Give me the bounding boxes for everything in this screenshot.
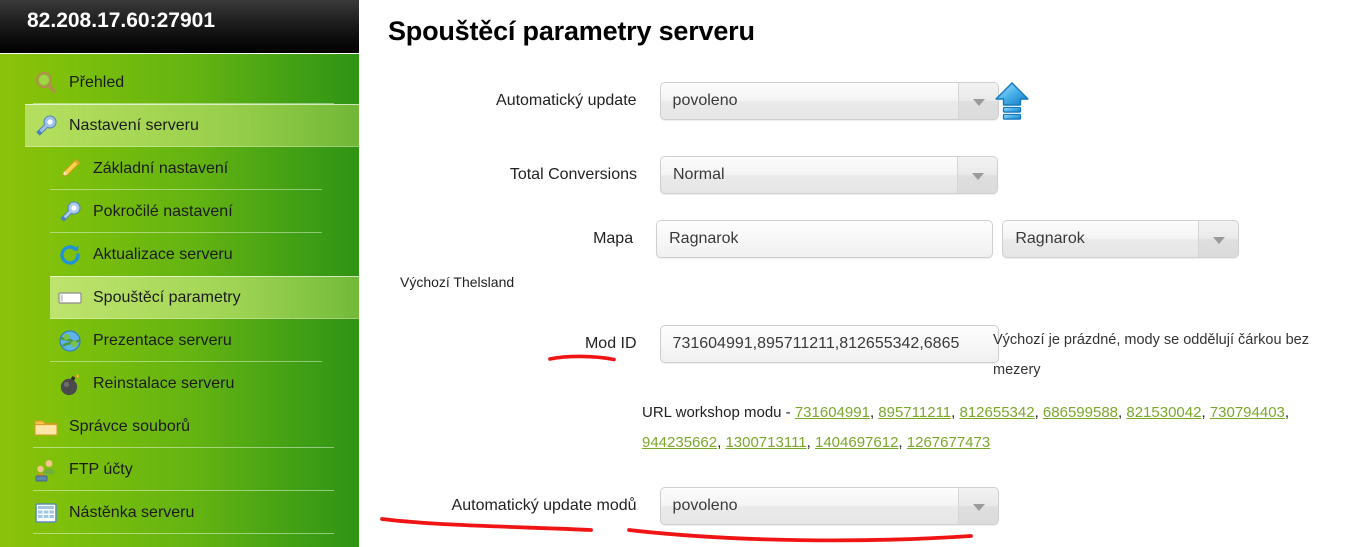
console-icon [57, 285, 83, 311]
users-icon [33, 457, 59, 483]
auto-update-mods-value: povoleno [672, 497, 738, 514]
sidebar-item-label: Základní nastavení [93, 159, 229, 177]
mapa-input-value: Ragnarok [669, 230, 739, 247]
field-row-mod-id: Mod ID 731604991,895711211,812655342,686… [359, 325, 999, 363]
total-conversions-label: Total Conversions [509, 166, 637, 183]
auto-update-value: povoleno [672, 92, 738, 109]
workshop-link[interactable]: 731604991 [795, 404, 870, 421]
workshop-link[interactable]: 1300713111 [725, 434, 806, 451]
sidebar-item-reinstalace-serveru[interactable]: Reinstalace serveru [0, 362, 359, 405]
sidebar-item-label: Pokročilé nastavení [93, 202, 233, 220]
annotation-underline-auto-update-mods-select [625, 525, 975, 547]
sidebar-item-label: Nastavení serveru [69, 116, 199, 134]
mod-id-value: 731604991,895711211,812655342,6865 [672, 335, 960, 352]
sidebar-nav: Přehled Nastavení serveru Základní nasta… [0, 54, 359, 547]
main-content: Spouštěcí parametry serveru Automatický … [359, 0, 1371, 547]
sidebar-item-prezentace-serveru[interactable]: Prezentace serveru [0, 319, 359, 362]
sidebar-item-spravce-souboru[interactable]: Správce souborů [0, 405, 359, 448]
workshop-links-prefix: URL workshop modu - [642, 404, 791, 421]
sidebar-item-label: FTP účty [69, 460, 133, 478]
screwdriver-icon [57, 199, 83, 225]
workshop-link[interactable]: 944235662 [642, 434, 717, 451]
sidebar-item-label: Reinstalace serveru [93, 374, 235, 392]
sidebar-header: 82.208.17.60:27901 [0, 0, 359, 54]
divider [33, 533, 334, 534]
workshop-link[interactable]: 1404697612 [815, 434, 898, 451]
total-conversions-value: Normal [673, 166, 725, 183]
app-window: 82.208.17.60:27901 Přehled Nastavení ser… [0, 0, 1371, 547]
magnifier-icon [33, 70, 59, 96]
sidebar-item-nastaveni-serveru[interactable]: Nastavení serveru [0, 104, 359, 147]
sidebar-item-zakladni-nastaveni[interactable]: Základní nastavení [0, 147, 359, 190]
sidebar-item-prehled[interactable]: Přehled [0, 61, 359, 104]
mapa-select-value: Ragnarok [1015, 230, 1085, 247]
field-row-auto-update-mods: Automatický update modů povoleno [359, 487, 999, 525]
auto-update-mods-select[interactable]: povoleno [659, 487, 999, 525]
workshop-link[interactable]: 895711211 [878, 404, 951, 421]
page-title: Spouštěcí parametry serveru [388, 16, 755, 46]
workshop-link[interactable]: 812655342 [959, 404, 1034, 421]
field-row-auto-update: Automatický update povoleno [359, 82, 999, 120]
chevron-down-icon[interactable] [958, 488, 998, 524]
server-address-label: 82.208.17.60:27901 [27, 9, 216, 32]
folder-icon [33, 414, 59, 440]
bomb-icon [57, 371, 83, 397]
sidebar-item-label: Spouštěcí parametry [93, 288, 241, 306]
mod-id-input[interactable]: 731604991,895711211,812655342,6865 [659, 325, 999, 363]
auto-update-label: Automatický update [496, 92, 637, 109]
grid-icon [33, 500, 59, 526]
globe-icon [57, 328, 83, 354]
mapa-select[interactable]: Ragnarok [1002, 220, 1239, 258]
total-conversions-select[interactable]: Normal [660, 156, 998, 194]
field-row-mapa: Mapa Ragnarok Ragnarok [359, 220, 1239, 258]
workshop-link[interactable]: 730794403 [1210, 404, 1285, 421]
chevron-down-icon[interactable] [957, 157, 997, 193]
sidebar-item-label: Aktualizace serveru [93, 245, 233, 263]
sidebar-item-label: Přehled [69, 73, 125, 91]
chevron-down-icon[interactable] [1198, 221, 1238, 257]
workshop-link[interactable]: 686599588 [1043, 404, 1118, 421]
sidebar-item-pokrocile-nastaveni[interactable]: Pokročilé nastavení [0, 190, 359, 233]
sidebar-item-spousteci-parametry[interactable]: Spouštěcí parametry [0, 276, 359, 319]
auto-update-select[interactable]: povoleno [659, 82, 999, 120]
workshop-link[interactable]: 1267677473 [907, 434, 990, 451]
refresh-icon [57, 242, 83, 268]
sidebar-item-label: Nástěnka serveru [69, 503, 195, 521]
pencil-icon [57, 156, 83, 182]
sidebar-item-label: Správce souborů [69, 417, 190, 435]
mod-id-hint: Výchozí je prázdné, mody se oddělují čár… [993, 332, 1309, 378]
mod-id-label: Mod ID [584, 335, 637, 352]
sidebar-item-aktualizace-serveru[interactable]: Aktualizace serveru [0, 233, 359, 276]
sidebar: 82.208.17.60:27901 Přehled Nastavení ser… [0, 0, 359, 547]
sidebar-item-label: Prezentace serveru [93, 331, 232, 349]
workshop-links: URL workshop modu - 731604991, 895711211… [642, 398, 1302, 458]
workshop-link[interactable]: 821530042 [1126, 404, 1201, 421]
mapa-label: Mapa [593, 230, 634, 247]
mapa-default-note: Výchozí Thelsland [400, 274, 515, 290]
blue-up-arrow-icon[interactable] [992, 80, 1032, 126]
sidebar-item-ftp-ucty[interactable]: FTP účty [0, 448, 359, 491]
auto-update-mods-label: Automatický update modů [451, 497, 637, 514]
mapa-text-input[interactable]: Ragnarok [656, 220, 994, 258]
field-row-total-conversions: Total Conversions Normal [359, 156, 999, 194]
sidebar-item-nastenka-serveru[interactable]: Nástěnka serveru [0, 491, 359, 534]
wrench-icon [33, 113, 59, 139]
